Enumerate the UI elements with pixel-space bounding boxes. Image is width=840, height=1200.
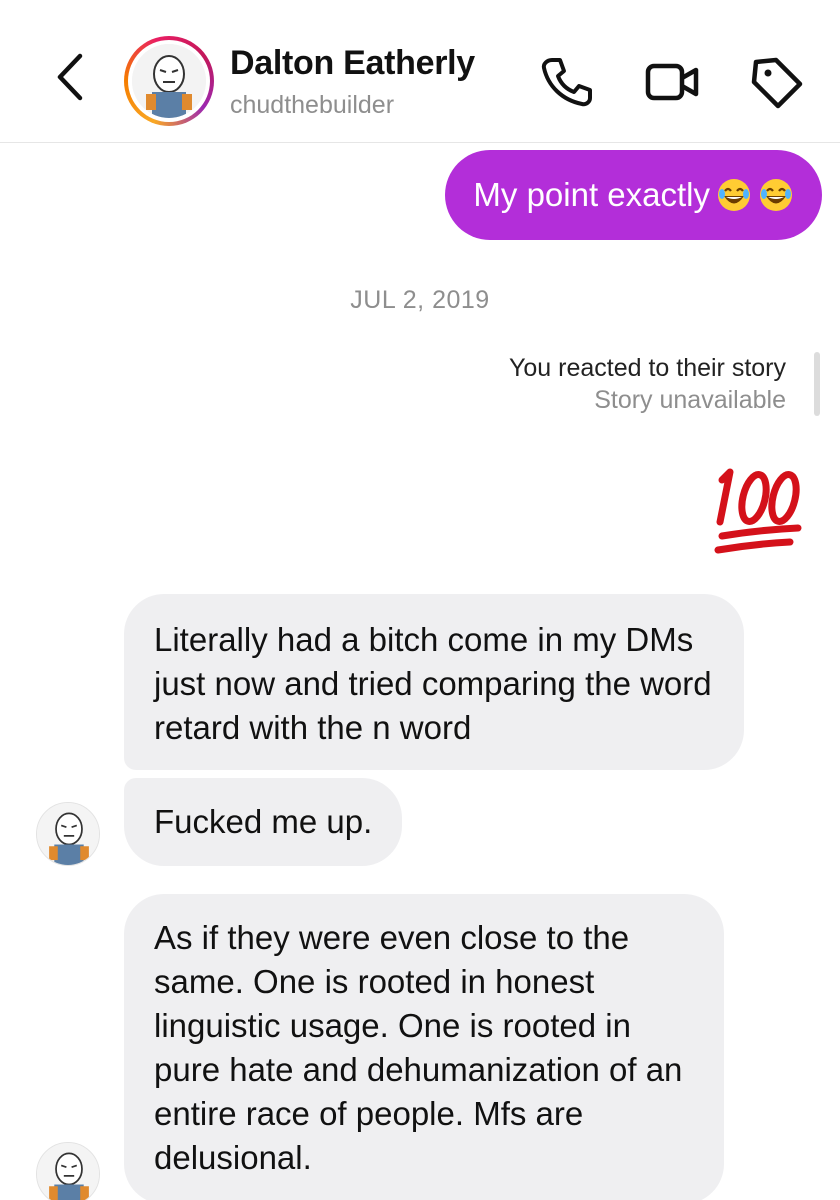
avatar-drawing-icon [132,44,206,118]
message-text: As if they were even close to the same. … [154,919,683,1176]
story-reply-bar [814,352,820,416]
incoming-message-bubble[interactable]: As if they were even close to the same. … [124,894,724,1200]
outgoing-message-bubble[interactable]: My point exactly [445,150,822,240]
message-text: Fucked me up. [154,803,373,840]
conversation-header: Dalton Eatherly chudthebuilder [0,0,840,143]
sender-avatar[interactable] [36,1142,100,1200]
story-reaction-title: You reacted to their story [508,354,786,382]
laughing-emoji-icon [760,179,792,211]
video-camera-icon[interactable] [642,54,699,110]
incoming-message-bubble[interactable]: Literally had a bitch come in my DMs jus… [124,594,744,770]
story-reaction-notice[interactable]: You reacted to their story Story unavail… [509,352,786,416]
laughing-emoji-icon [718,179,750,211]
contact-name[interactable]: Dalton Eatherly [230,44,475,83]
avatar-drawing-icon [37,1143,99,1200]
contact-avatar[interactable] [124,36,214,126]
phone-icon[interactable] [538,54,594,110]
sender-avatar[interactable] [36,802,100,866]
message-text: My point exactly [473,176,710,213]
message-text: Literally had a bitch come in my DMs jus… [154,621,712,746]
date-separator: JUL 2, 2019 [350,286,490,314]
tag-icon[interactable] [748,54,804,110]
story-unavailable-label: Story unavailable [594,386,786,414]
contact-username[interactable]: chudthebuilder [230,91,394,120]
back-chevron-icon[interactable] [48,52,92,102]
dm-thread-screen: Dalton Eatherly chudthebuilder My point … [0,0,840,1200]
avatar-drawing-icon [37,803,99,865]
incoming-message-bubble[interactable]: Fucked me up. [124,778,403,866]
hundred-points-emoji-icon[interactable] [708,452,808,562]
